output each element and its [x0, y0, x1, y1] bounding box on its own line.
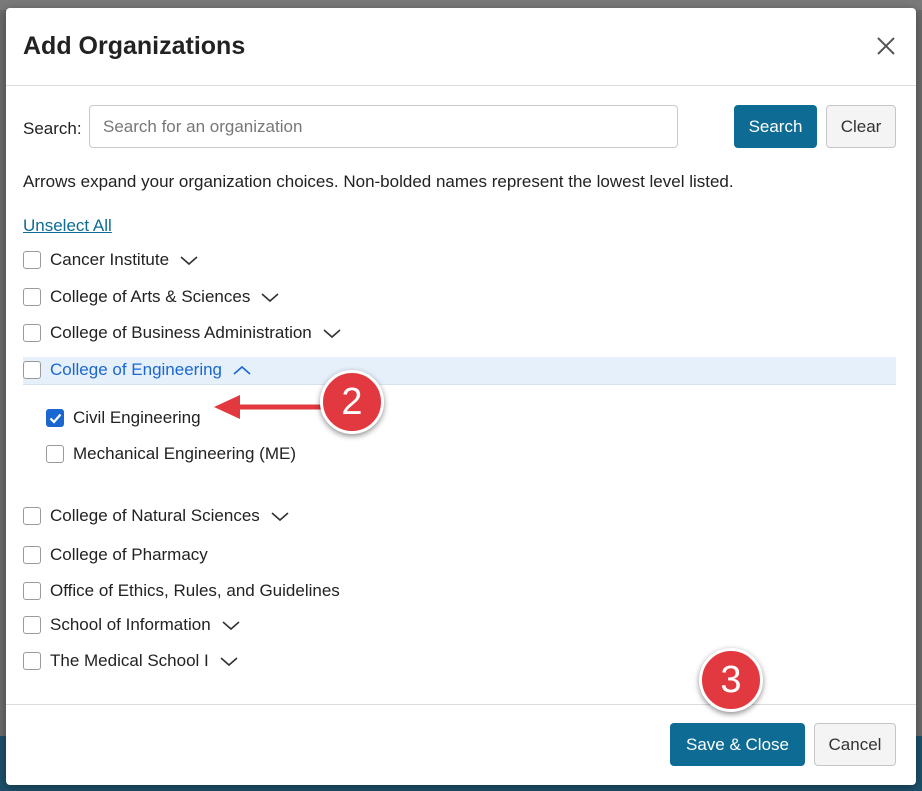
org-subitem-mechanical-engineering[interactable]: Mechanical Engineering (ME): [46, 440, 296, 467]
helper-text: Arrows expand your organization choices.…: [23, 172, 734, 191]
search-label: Search:: [23, 119, 82, 138]
org-checkbox[interactable]: [23, 323, 41, 342]
org-item-college-of-engineering[interactable]: College of Engineering: [23, 356, 252, 383]
modal-title: Add Organizations: [23, 32, 246, 60]
org-label: Cancer Institute: [50, 249, 170, 269]
org-checkbox[interactable]: [46, 444, 64, 463]
search-input[interactable]: [89, 105, 678, 148]
org-item-office-of-ethics[interactable]: Office of Ethics, Rules, and Guidelines: [23, 577, 340, 604]
org-subitem-civil-engineering[interactable]: Civil Engineering: [46, 404, 201, 431]
chevron-down-icon[interactable]: [179, 253, 199, 267]
org-label: School of Information: [50, 614, 211, 634]
org-item-college-of-pharmacy[interactable]: College of Pharmacy: [23, 541, 208, 568]
chevron-down-icon[interactable]: [221, 618, 241, 632]
org-item-college-of-natural-sciences[interactable]: College of Natural Sciences: [23, 502, 290, 529]
org-label: College of Engineering: [50, 359, 223, 379]
save-close-button[interactable]: Save & Close: [670, 723, 805, 766]
chevron-down-icon[interactable]: [260, 290, 280, 304]
unselect-all-link[interactable]: Unselect All: [23, 216, 112, 236]
org-item-school-of-information[interactable]: School of Information: [23, 611, 241, 638]
org-checkbox[interactable]: [23, 250, 41, 269]
org-checkbox[interactable]: [23, 545, 41, 564]
org-label: College of Natural Sciences: [50, 505, 260, 525]
org-item-college-of-business-administration[interactable]: College of Business Administration: [23, 319, 342, 346]
clear-button[interactable]: Clear: [826, 105, 896, 148]
chevron-up-icon[interactable]: [232, 363, 252, 377]
org-label: College of Arts & Sciences: [50, 286, 251, 306]
step-3-badge: 3: [699, 648, 763, 712]
org-checkbox[interactable]: [23, 615, 41, 634]
org-checkbox[interactable]: [23, 287, 41, 306]
checkmark-icon: [49, 413, 62, 424]
cancel-button[interactable]: Cancel: [814, 723, 896, 766]
org-label: Mechanical Engineering (ME): [73, 443, 296, 463]
org-label: Office of Ethics, Rules, and Guidelines: [50, 580, 340, 600]
chevron-down-icon[interactable]: [322, 326, 342, 340]
org-checkbox[interactable]: [23, 506, 41, 525]
close-icon[interactable]: [872, 32, 900, 60]
org-checkbox[interactable]: [23, 651, 41, 670]
add-organizations-modal: Add Organizations Search: Search Clear A…: [6, 8, 916, 785]
annotation-arrow-icon: [214, 395, 324, 419]
chevron-down-icon[interactable]: [270, 509, 290, 523]
org-label: College of Pharmacy: [50, 544, 208, 564]
org-item-college-of-arts-sciences[interactable]: College of Arts & Sciences: [23, 283, 280, 310]
chevron-down-icon[interactable]: [219, 654, 239, 668]
org-label: Civil Engineering: [73, 407, 201, 427]
org-label: The Medical School I: [50, 650, 209, 670]
step-2-badge: 2: [320, 370, 384, 434]
org-checkbox[interactable]: [23, 581, 41, 600]
search-button[interactable]: Search: [734, 105, 817, 148]
org-item-cancer-institute[interactable]: Cancer Institute: [23, 246, 199, 273]
org-item-the-medical-school[interactable]: The Medical School I: [23, 647, 239, 674]
org-checkbox-checked[interactable]: [46, 408, 64, 427]
modal-header: Add Organizations: [6, 8, 916, 86]
modal-footer: Save & Close Cancel: [6, 704, 916, 785]
org-label: College of Business Administration: [50, 322, 312, 342]
org-checkbox[interactable]: [23, 360, 41, 379]
